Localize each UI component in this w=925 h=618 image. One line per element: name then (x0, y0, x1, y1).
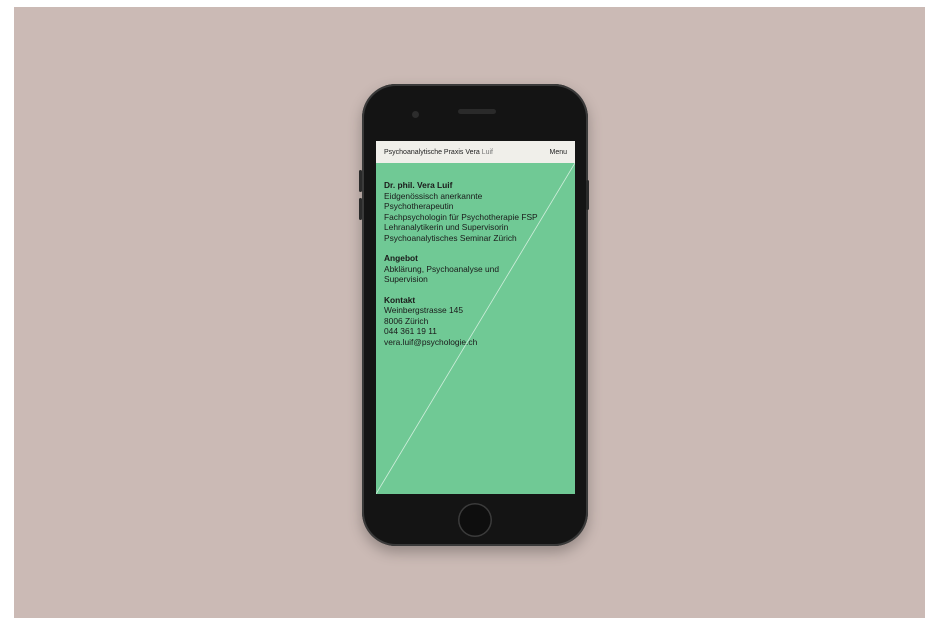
phone-screen: Psychoanalytische Praxis Vera Luif Menu … (376, 141, 575, 494)
power-button (586, 180, 589, 210)
diagonal-line-decoration (376, 162, 575, 494)
speaker-grille (458, 109, 496, 114)
volume-button (359, 170, 362, 192)
volume-button (359, 198, 362, 220)
camera-icon (412, 111, 419, 118)
home-button[interactable] (458, 503, 492, 537)
